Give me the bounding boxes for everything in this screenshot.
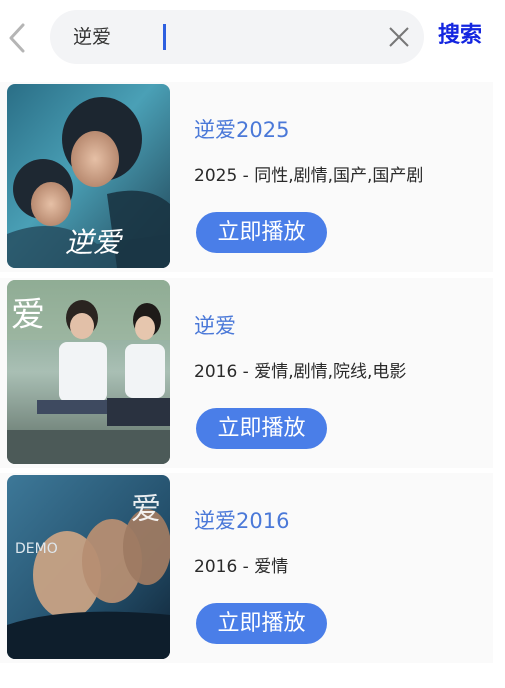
result-meta: 2016 - 爱情,剧情,院线,电影 — [194, 362, 407, 382]
play-button[interactable]: 立即播放 — [196, 212, 327, 253]
search-input[interactable]: 逆爱 — [50, 10, 424, 64]
play-button[interactable]: 立即播放 — [196, 408, 327, 449]
back-button[interactable] — [4, 20, 30, 56]
svg-text:爱: 爱 — [131, 492, 161, 527]
result-meta: 2025 - 同性,剧情,国产,国产剧 — [194, 166, 424, 186]
close-icon[interactable] — [388, 26, 410, 48]
list-item[interactable]: 逆爱 逆爱2025 2025 - 同性,剧情,国产,国产剧 立即播放 — [0, 82, 493, 272]
play-button[interactable]: 立即播放 — [196, 603, 327, 644]
chevron-left-icon — [9, 23, 25, 53]
result-title[interactable]: 逆爱 — [194, 312, 236, 340]
poster-image[interactable]: DEMO 爱 — [7, 475, 170, 659]
result-title[interactable]: 逆爱2025 — [194, 116, 289, 144]
poster-title-text: DEMO — [15, 541, 58, 557]
result-title[interactable]: 逆爱2016 — [194, 507, 289, 535]
search-query-text: 逆爱 — [73, 26, 112, 48]
search-header: 逆爱 搜索 — [0, 0, 505, 76]
poster-image[interactable]: 逆爱 — [7, 84, 170, 268]
list-item[interactable]: 爱 逆爱 2016 - 爱情,剧情,院线,电影 立即播放 — [0, 278, 493, 468]
poster-title-text: 逆爱 — [65, 226, 123, 259]
list-item[interactable]: DEMO 爱 逆爱2016 2016 - 爱情 立即播放 — [0, 473, 493, 663]
text-cursor — [163, 24, 166, 50]
result-meta: 2016 - 爱情 — [194, 557, 289, 577]
poster-title-text: 爱 — [11, 295, 45, 335]
search-button[interactable]: 搜索 — [438, 20, 482, 52]
poster-image[interactable]: 爱 — [7, 280, 170, 464]
